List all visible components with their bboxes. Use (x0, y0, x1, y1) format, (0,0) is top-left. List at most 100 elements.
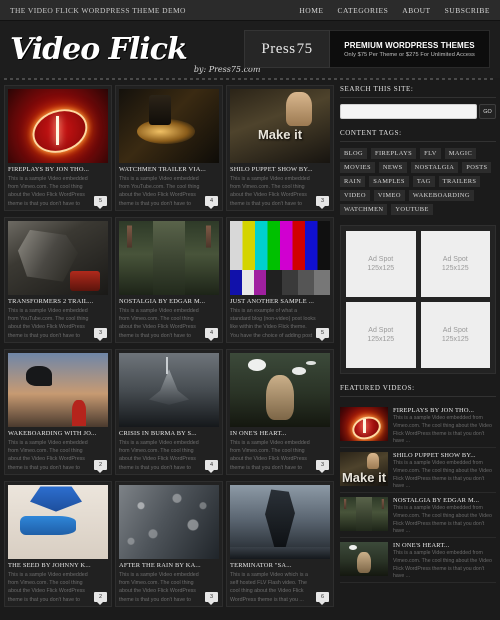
tag-link[interactable]: NOSTALGIA (410, 162, 459, 173)
video-title[interactable]: CRISIS IN BURMA BY S... (119, 430, 219, 437)
video-card[interactable]: FIREPLAYS BY JON THO... This is a sample … (4, 85, 112, 211)
video-thumbnail[interactable] (119, 221, 219, 295)
ad-spot[interactable]: Ad Spot 125x125 (420, 302, 490, 368)
comment-count-badge[interactable]: 5 (316, 328, 329, 341)
tag-link[interactable]: FIREPLAYS (371, 148, 417, 159)
content-tags-widget: CONTENT TAGS: BLOG FIREPLAYS FLV MAGIC MOVIE… (340, 129, 496, 215)
video-card[interactable]: THE SEED BY JOHNNY K... This is a sample … (4, 481, 112, 607)
featured-thumbnail[interactable] (340, 542, 388, 576)
comment-count-badge[interactable]: 2 (94, 460, 107, 473)
video-title[interactable]: THE SEED BY JOHNNY K... (8, 562, 108, 569)
featured-thumbnail[interactable] (340, 452, 388, 486)
comment-count-badge[interactable]: 4 (205, 328, 218, 341)
thumbnail-art (119, 89, 219, 163)
video-excerpt: This is an example of what a standard bl… (230, 308, 316, 339)
comment-count-badge[interactable]: 3 (316, 196, 329, 209)
video-thumbnail[interactable] (119, 485, 219, 559)
featured-title[interactable]: IN ONE'S HEART... (393, 542, 496, 549)
video-thumbnail[interactable] (8, 221, 108, 295)
video-card[interactable]: NOSTALGIA BY EDGAR M... This is a sample … (115, 217, 223, 343)
video-grid: FIREPLAYS BY JON THO... This is a sample … (4, 85, 334, 610)
video-title[interactable]: SHILO PUPPET SHOW BY... (230, 166, 330, 173)
featured-title[interactable]: SHILO PUPPET SHOW BY... (393, 452, 496, 459)
tag-link[interactable]: YOUTUBE (391, 204, 433, 215)
featured-thumbnail[interactable] (340, 407, 388, 441)
video-card[interactable]: TRANSFORMERS 2 TRAIL... This is a sample … (4, 217, 112, 343)
featured-video-item[interactable]: IN ONE'S HEART... This is a sample Video … (340, 538, 496, 583)
video-card[interactable]: CRISIS IN BURMA BY S... This is a sample … (115, 349, 223, 475)
tag-link[interactable]: SAMPLES (369, 176, 409, 187)
tag-link[interactable]: POSTS (462, 162, 492, 173)
tag-link[interactable]: MOVIES (340, 162, 375, 173)
video-title[interactable]: TRANSFORMERS 2 TRAIL... (8, 298, 108, 305)
comment-count-badge[interactable]: 6 (316, 592, 329, 605)
site-header: Video Flick by: Press75.com Press 75 PREM… (0, 21, 500, 78)
thumbnail-art (230, 353, 330, 427)
tag-link[interactable]: TAG (412, 176, 435, 187)
video-thumbnail[interactable] (230, 221, 330, 295)
video-excerpt: This is a sample Video embedded from You… (8, 308, 89, 339)
video-title[interactable]: IN ONE'S HEART... (230, 430, 330, 437)
video-thumbnail[interactable] (8, 485, 108, 559)
tag-link[interactable]: WATCHMEN (340, 204, 388, 215)
video-title[interactable]: WAKEBOARDING WITH JO... (8, 430, 108, 437)
nav-item-categories[interactable]: CATEGORIES (337, 6, 388, 15)
featured-thumbnail[interactable] (340, 497, 388, 531)
site-logo[interactable]: Video Flick (10, 34, 188, 65)
press75-logo[interactable]: Press 75 (244, 30, 330, 68)
video-thumbnail[interactable] (230, 353, 330, 427)
video-title[interactable]: FIREPLAYS BY JON THO... (8, 166, 108, 173)
thumbnail-art (8, 485, 108, 559)
ad-spot[interactable]: Ad Spot 125x125 (420, 231, 490, 297)
thumbnail-art (230, 89, 330, 163)
video-title[interactable]: JUST ANOTHER SAMPLE ... (230, 298, 330, 305)
tag-link[interactable]: MAGIC (444, 148, 477, 159)
featured-video-item[interactable]: SHILO PUPPET SHOW BY...This is a sample … (340, 448, 496, 493)
tag-link[interactable]: WAKEBOARDING (408, 190, 474, 201)
featured-title[interactable]: FIREPLAYS BY JON THO... (393, 407, 496, 414)
video-thumbnail[interactable] (8, 89, 108, 163)
video-thumbnail[interactable] (119, 89, 219, 163)
featured-title[interactable]: NOSTALGIA BY EDGAR M... (393, 497, 496, 504)
promo-banner[interactable]: PREMIUM WORDPRESS THEMES Only $75 Per Th… (330, 30, 490, 68)
search-go-button[interactable]: GO (479, 104, 496, 119)
comment-count-badge[interactable]: 3 (316, 460, 329, 473)
featured-video-item[interactable]: FIREPLAYS BY JON THO... This is a sample … (340, 403, 496, 448)
comment-count-badge[interactable]: 3 (94, 328, 107, 341)
comment-count-badge[interactable]: 4 (205, 460, 218, 473)
comment-count-badge[interactable]: 2 (94, 592, 107, 605)
ad-spot[interactable]: Ad Spot 125x125 (346, 302, 416, 368)
video-thumbnail[interactable] (119, 353, 219, 427)
tag-link[interactable]: TRAILERS (438, 176, 481, 187)
video-thumbnail[interactable] (8, 353, 108, 427)
video-title[interactable]: TERMINATOR "SA... (230, 562, 330, 569)
video-thumbnail[interactable] (230, 89, 330, 163)
video-title[interactable]: NOSTALGIA BY EDGAR M... (119, 298, 219, 305)
nav-item-about[interactable]: ABOUT (402, 6, 430, 15)
tag-link[interactable]: VIMEO (373, 190, 405, 201)
video-card[interactable]: IN ONE'S HEART... This is a sample Video … (226, 349, 334, 475)
video-card[interactable]: SHILO PUPPET SHOW BY... This is a sample … (226, 85, 334, 211)
tag-link[interactable]: BLOG (340, 148, 367, 159)
tag-link[interactable]: VIDEO (340, 190, 370, 201)
video-card[interactable]: AFTER THE RAIN BY KA... This is a sample … (115, 481, 223, 607)
tag-link[interactable]: NEWS (378, 162, 407, 173)
video-card[interactable]: WATCHMEN TRAILER VIA... This is a sample … (115, 85, 223, 211)
video-card[interactable]: JUST ANOTHER SAMPLE ... This is an exampl… (226, 217, 334, 343)
video-thumbnail[interactable] (230, 485, 330, 559)
search-input[interactable] (340, 104, 477, 119)
video-title[interactable]: AFTER THE RAIN BY KA... (119, 562, 219, 569)
ad-spot[interactable]: Ad Spot 125x125 (346, 231, 416, 297)
nav-item-subscribe[interactable]: SUBSCRIBE (445, 6, 490, 15)
video-card[interactable]: WAKEBOARDING WITH JO... This is a sample … (4, 349, 112, 475)
featured-video-item[interactable]: NOSTALGIA BY EDGAR M... This is a sample … (340, 493, 496, 538)
nav-item-home[interactable]: HOME (299, 6, 323, 15)
tag-link[interactable]: FLV (420, 148, 441, 159)
comment-count-badge[interactable]: 4 (205, 196, 218, 209)
comment-count-badge[interactable]: 3 (205, 592, 218, 605)
tag-link[interactable]: RAIN (340, 176, 366, 187)
comment-count-badge[interactable]: 5 (94, 196, 107, 209)
top-bar: THE VIDEO FLICK WORDPRESS THEME DEMO HOM… (0, 0, 500, 21)
video-title[interactable]: WATCHMEN TRAILER VIA... (119, 166, 219, 173)
video-card[interactable]: TERMINATOR "SA... This is a sample Video … (226, 481, 334, 607)
